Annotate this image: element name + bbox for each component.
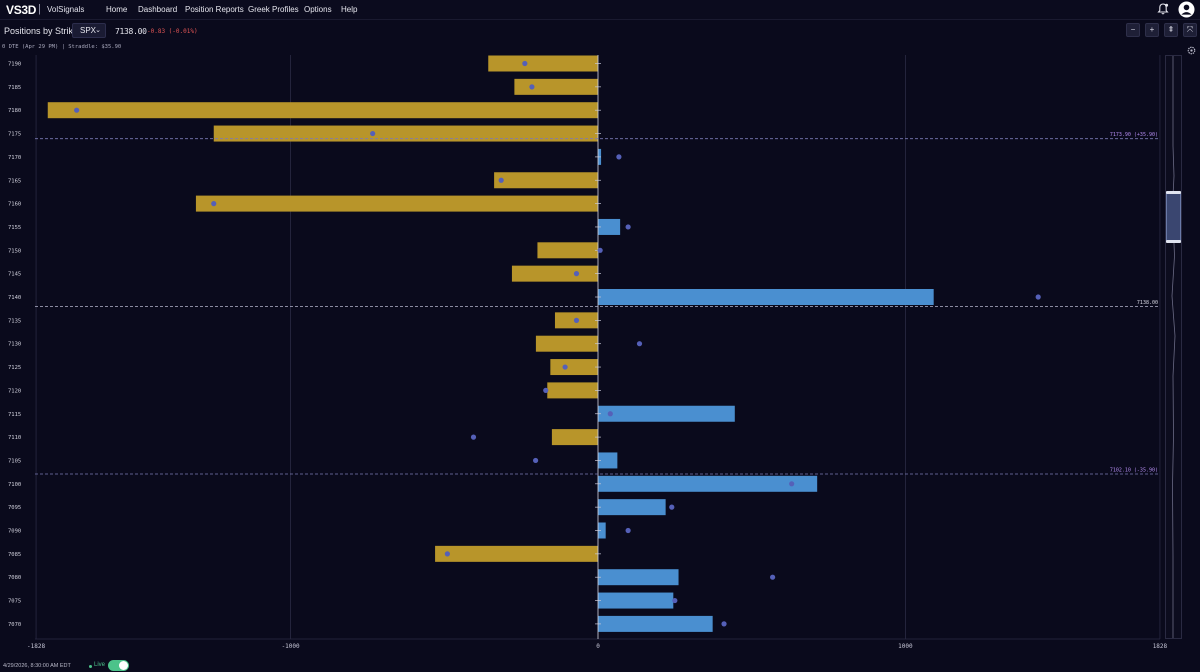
status-footer: 4/29/2026, 8:30:00 AM EDT Live (0, 659, 1200, 672)
strike-label: 7190 (8, 62, 21, 68)
strike-marker (669, 504, 675, 510)
strike-label: 7145 (8, 272, 21, 278)
strike-marker (74, 107, 80, 113)
strike-label: 7110 (8, 435, 21, 441)
strike-bar (488, 55, 598, 72)
straddle-bound-label: 7102.10 (-35.90) (1110, 467, 1158, 473)
strike-bar (598, 615, 713, 632)
strike-label: 7160 (8, 202, 21, 208)
strike-label: 7085 (8, 552, 21, 558)
strike-marker (573, 271, 580, 277)
vertical-scrollbar[interactable] (1165, 55, 1182, 639)
x-tick-label: -1000 (282, 643, 300, 650)
strike-bar (598, 592, 674, 609)
scrollbar-thumb[interactable] (1166, 191, 1181, 243)
strike-marker (1035, 294, 1041, 300)
strike-bar (598, 405, 735, 422)
strike-label: 7090 (8, 529, 21, 535)
strike-label: 7135 (8, 318, 21, 324)
strike-marker (211, 201, 217, 207)
strike-marker (498, 177, 504, 183)
strike-bar (598, 499, 666, 516)
strike-label: 7130 (8, 342, 21, 348)
strike-marker (770, 574, 776, 580)
scrollbar-bottom-handle[interactable] (1166, 240, 1181, 243)
strike-marker (789, 481, 795, 487)
strike-bar (547, 382, 598, 399)
data-timestamp: 4/29/2026, 8:30:00 AM EDT (3, 663, 71, 669)
strike-marker (625, 527, 631, 534)
strike-label: 7155 (8, 225, 21, 231)
strike-bar (47, 102, 598, 119)
strike-marker (625, 224, 631, 230)
strike-bar (213, 125, 598, 142)
strike-bar (535, 335, 598, 352)
strike-label: 7100 (8, 482, 21, 488)
strike-marker (721, 621, 727, 627)
strike-label: 7115 (8, 412, 21, 418)
scrollbar-top-handle[interactable] (1166, 191, 1181, 194)
strike-marker (532, 457, 539, 464)
strike-marker (470, 434, 477, 440)
strike-bar (195, 195, 598, 212)
strike-label: 7140 (8, 295, 21, 301)
strike-bar (598, 569, 679, 586)
strike-label: 7080 (8, 575, 21, 581)
strike-bar (598, 218, 621, 235)
strike-marker (616, 154, 622, 160)
strike-bar (494, 172, 598, 189)
strike-marker (522, 60, 528, 67)
strike-bar (551, 429, 598, 446)
strike-label: 7120 (8, 388, 21, 394)
strike-bar (511, 265, 598, 282)
strike-label: 7105 (8, 458, 21, 464)
live-label: Live (94, 662, 106, 668)
strike-label: 7180 (8, 108, 21, 114)
strike-bar (550, 359, 598, 376)
x-tick-label: 1000 (898, 643, 913, 650)
strike-bar (598, 475, 818, 492)
strike-marker (562, 364, 568, 370)
strike-bar (537, 242, 598, 259)
strike-marker (607, 411, 613, 417)
live-toggle-knob[interactable] (119, 661, 128, 670)
x-tick-label: 1828 (1153, 643, 1168, 650)
strike-marker (573, 317, 580, 323)
strike-bar (435, 545, 598, 562)
scrollbar-sparkline (1171, 56, 1176, 638)
settings-gear-icon[interactable] (1187, 46, 1196, 55)
positions-by-strike-chart: -1828 -1000 0 1000 1828 7190 7185 7180 7175 7170 7… (8, 55, 1168, 650)
strike-label: 7165 (8, 178, 21, 184)
strike-marker (543, 387, 549, 393)
strike-label: 7175 (8, 132, 21, 138)
strike-marker (370, 130, 376, 137)
straddle-bound-label: 7173.90 (+35.90) (1110, 132, 1158, 138)
x-tick-label: 0 (596, 643, 600, 650)
x-tick-label: -1828 (27, 643, 45, 650)
strike-bar (598, 289, 934, 305)
spot-price-label: 7138.00 (1137, 300, 1158, 306)
strike-label: 7095 (8, 505, 21, 511)
strike-label: 7125 (8, 365, 21, 371)
strike-label: 7070 (8, 622, 21, 628)
strike-marker (672, 597, 678, 604)
strike-bar (514, 78, 598, 95)
strike-label: 7150 (8, 248, 21, 254)
strike-label: 7185 (8, 85, 21, 91)
strike-label: 7170 (8, 155, 21, 161)
live-status-dot (89, 665, 92, 668)
strike-marker (636, 341, 643, 347)
strike-label: 7075 (8, 599, 21, 605)
strike-marker (444, 551, 450, 557)
strike-marker (529, 84, 535, 90)
strike-marker (597, 247, 603, 253)
